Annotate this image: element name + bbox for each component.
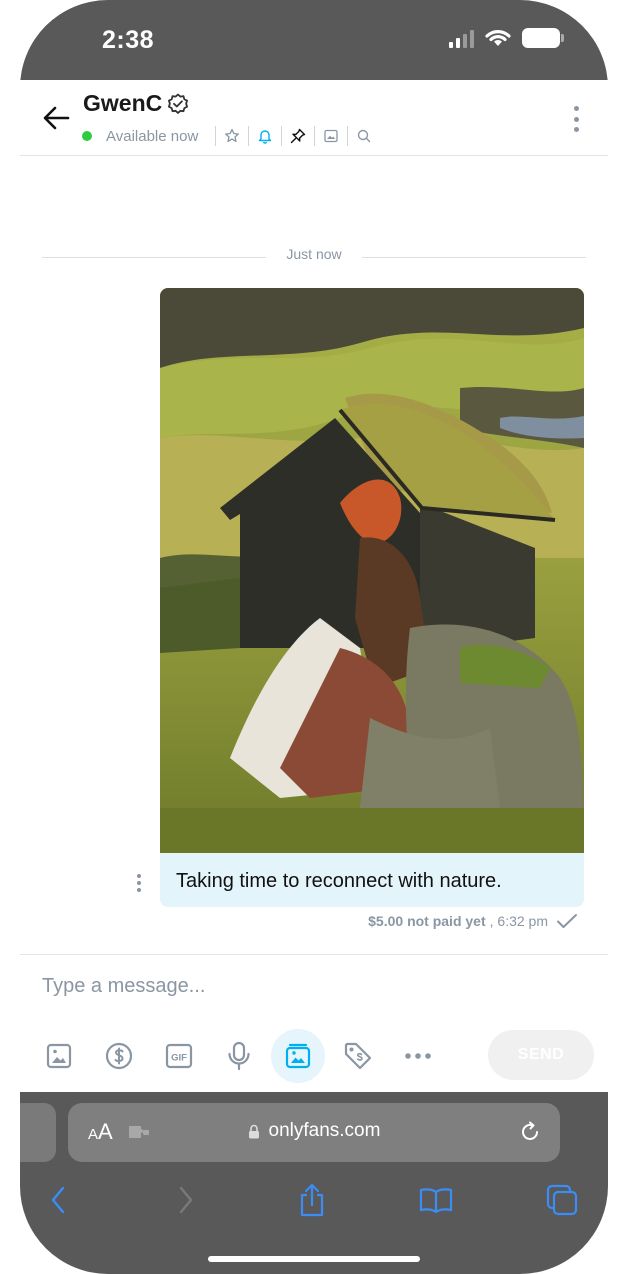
status-icons — [449, 28, 564, 48]
price-status: $5.00 not paid yet — [368, 913, 486, 929]
forward-chevron-icon[interactable] — [166, 1180, 206, 1220]
microphone-icon[interactable] — [222, 1039, 256, 1073]
lock-icon — [248, 1124, 259, 1138]
tabs-icon[interactable] — [542, 1180, 582, 1220]
pin-icon[interactable] — [290, 128, 306, 144]
contact-name[interactable]: GwenC — [83, 90, 162, 117]
url-text: onlyfans.com — [268, 1120, 381, 1141]
verified-badge-icon — [168, 93, 188, 114]
divider — [215, 126, 217, 146]
back-chevron-icon[interactable] — [38, 1180, 78, 1220]
chat-header: GwenC Available now — [20, 80, 608, 156]
message-meta: $5.00 not paid yet , 6:32 pm — [368, 913, 578, 929]
vault-media-icon[interactable] — [271, 1029, 325, 1083]
reload-icon[interactable] — [518, 1120, 542, 1144]
bell-icon[interactable] — [257, 128, 273, 144]
gif-label: GIF — [171, 1053, 187, 1064]
message-composer: GIF SEND — [20, 954, 608, 1092]
back-arrow-icon[interactable] — [42, 104, 72, 132]
message-photo[interactable] — [160, 288, 584, 853]
availability-status: Available now — [106, 127, 199, 145]
bookmarks-icon[interactable] — [416, 1180, 456, 1220]
send-button[interactable]: SEND — [488, 1030, 594, 1080]
browser-toolbar: AA onlyfans.com — [20, 1092, 608, 1274]
divider-line — [362, 257, 586, 258]
status-bar: 2:38 — [20, 0, 608, 80]
status-time: 2:38 — [102, 26, 155, 54]
more-options-icon[interactable] — [564, 106, 588, 132]
message-text: Taking time to reconnect with nature. — [176, 870, 502, 892]
star-icon[interactable] — [224, 128, 240, 144]
message-bubble: Taking time to reconnect with nature. — [160, 288, 584, 907]
sent-check-icon — [557, 914, 577, 928]
date-divider: Just now — [42, 246, 586, 266]
message-options-icon[interactable] — [134, 874, 144, 892]
cellular-signal-icon — [449, 28, 474, 48]
battery-icon — [522, 28, 564, 48]
message-time: , 6:32 pm — [489, 913, 548, 929]
share-icon[interactable] — [292, 1180, 332, 1220]
gallery-icon[interactable] — [323, 128, 339, 144]
more-icon[interactable] — [401, 1039, 435, 1073]
date-label: Just now — [286, 246, 342, 262]
previous-tab[interactable] — [20, 1103, 56, 1162]
browser-nav-row — [20, 1180, 608, 1220]
address-bar[interactable]: AA onlyfans.com — [68, 1103, 560, 1162]
url-display: onlyfans.com — [68, 1120, 560, 1142]
dollar-icon[interactable] — [102, 1039, 136, 1073]
price-tag-icon[interactable] — [341, 1039, 375, 1073]
wifi-icon — [485, 30, 511, 46]
gif-icon[interactable]: GIF — [162, 1039, 196, 1073]
divider — [248, 126, 250, 146]
search-icon[interactable] — [356, 128, 372, 144]
image-icon[interactable] — [42, 1039, 76, 1073]
divider — [347, 126, 349, 146]
contact-meta-row: Available now — [82, 126, 372, 146]
phone-screen: 2:38 GwenC Available now Just now Taking… — [20, 0, 608, 1274]
home-indicator — [208, 1256, 420, 1262]
divider — [314, 126, 316, 146]
online-indicator — [82, 131, 92, 141]
message-input[interactable] — [42, 969, 582, 1003]
divider — [281, 126, 283, 146]
